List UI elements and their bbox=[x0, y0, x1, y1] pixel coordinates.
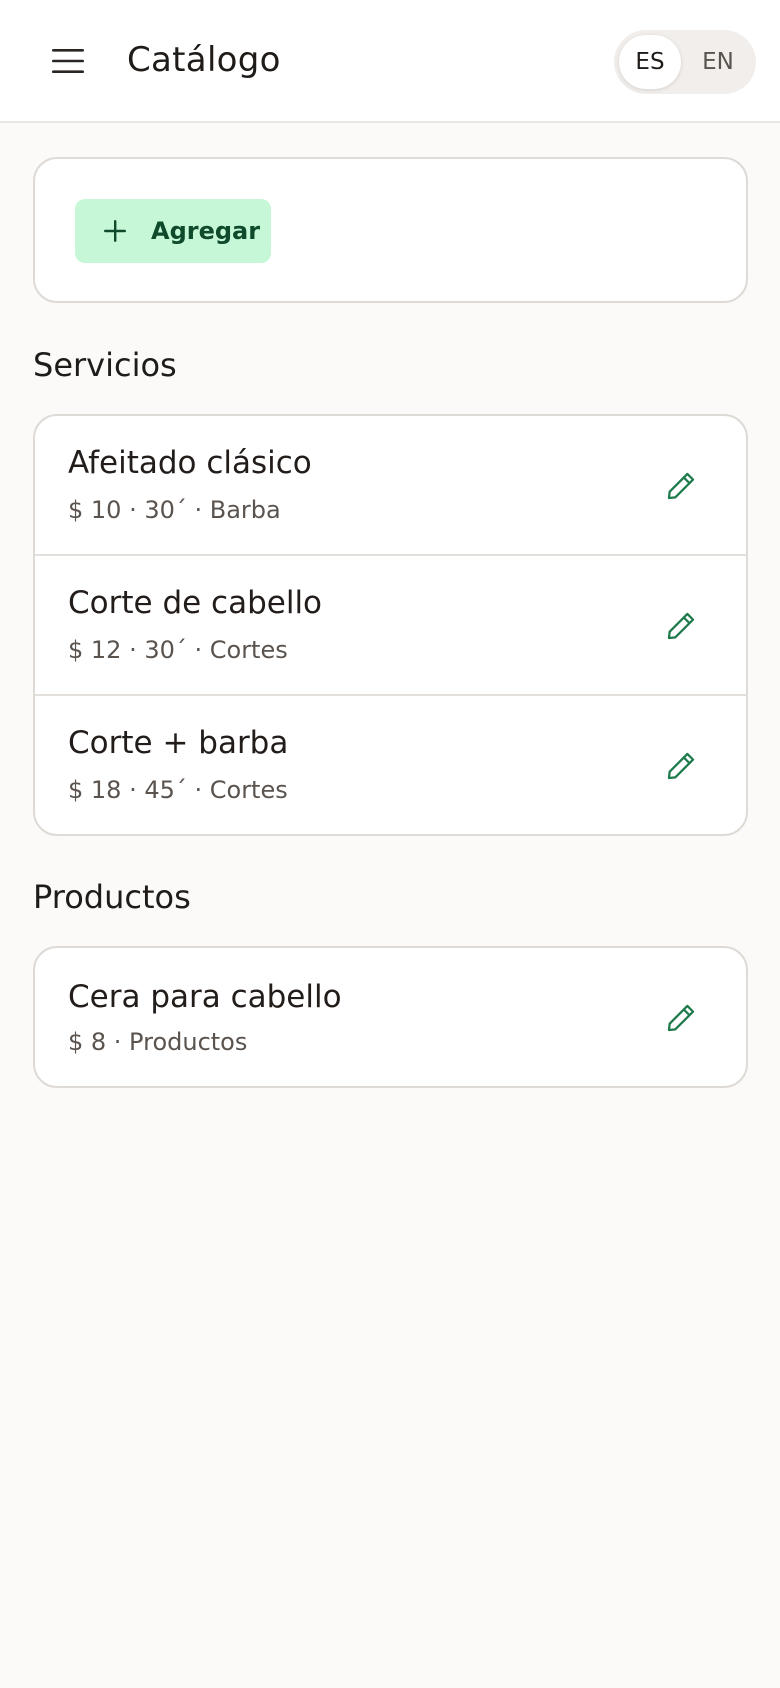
pencil-icon bbox=[667, 752, 695, 780]
hamburger-menu-icon bbox=[52, 49, 84, 73]
add-card: Agregar bbox=[33, 157, 748, 303]
list-item[interactable]: Corte de cabello $ 12 · 30´ · Cortes bbox=[35, 556, 746, 696]
edit-button[interactable] bbox=[657, 742, 705, 790]
edit-button[interactable] bbox=[657, 462, 705, 510]
item-name: Afeitado clásico bbox=[68, 445, 312, 481]
item-details: $ 10 · 30´ · Barba bbox=[68, 496, 281, 524]
add-button[interactable]: Agregar bbox=[75, 199, 271, 263]
plus-icon bbox=[101, 217, 129, 245]
add-button-label: Agregar bbox=[151, 217, 261, 245]
list-item[interactable]: Afeitado clásico $ 10 · 30´ · Barba bbox=[35, 416, 746, 556]
pencil-icon bbox=[667, 1004, 695, 1032]
list-item[interactable]: Corte + barba $ 18 · 45´ · Cortes bbox=[35, 696, 746, 834]
item-details: $ 12 · 30´ · Cortes bbox=[68, 636, 288, 664]
language-option-es[interactable]: ES bbox=[619, 35, 681, 89]
pencil-icon bbox=[667, 472, 695, 500]
edit-button[interactable] bbox=[657, 994, 705, 1042]
language-option-en[interactable]: EN bbox=[687, 35, 749, 89]
section-heading-productos: Productos bbox=[33, 878, 191, 916]
menu-button[interactable] bbox=[40, 33, 96, 89]
language-toggle: ES EN bbox=[614, 30, 756, 94]
pencil-icon bbox=[667, 612, 695, 640]
item-name: Cera para cabello bbox=[68, 979, 342, 1015]
app-header: Catálogo ES EN bbox=[0, 0, 780, 123]
page-title: Catálogo bbox=[127, 40, 281, 80]
section-heading-servicios: Servicios bbox=[33, 346, 177, 384]
item-name: Corte de cabello bbox=[68, 585, 323, 621]
item-details: $ 8 · Productos bbox=[68, 1028, 248, 1056]
item-details: $ 18 · 45´ · Cortes bbox=[68, 776, 288, 804]
list-item[interactable]: Cera para cabello $ 8 · Productos bbox=[35, 948, 746, 1086]
edit-button[interactable] bbox=[657, 602, 705, 650]
services-list: Afeitado clásico $ 10 · 30´ · Barba Cort… bbox=[33, 414, 748, 836]
item-name: Corte + barba bbox=[68, 725, 289, 761]
products-list: Cera para cabello $ 8 · Productos bbox=[33, 946, 748, 1088]
